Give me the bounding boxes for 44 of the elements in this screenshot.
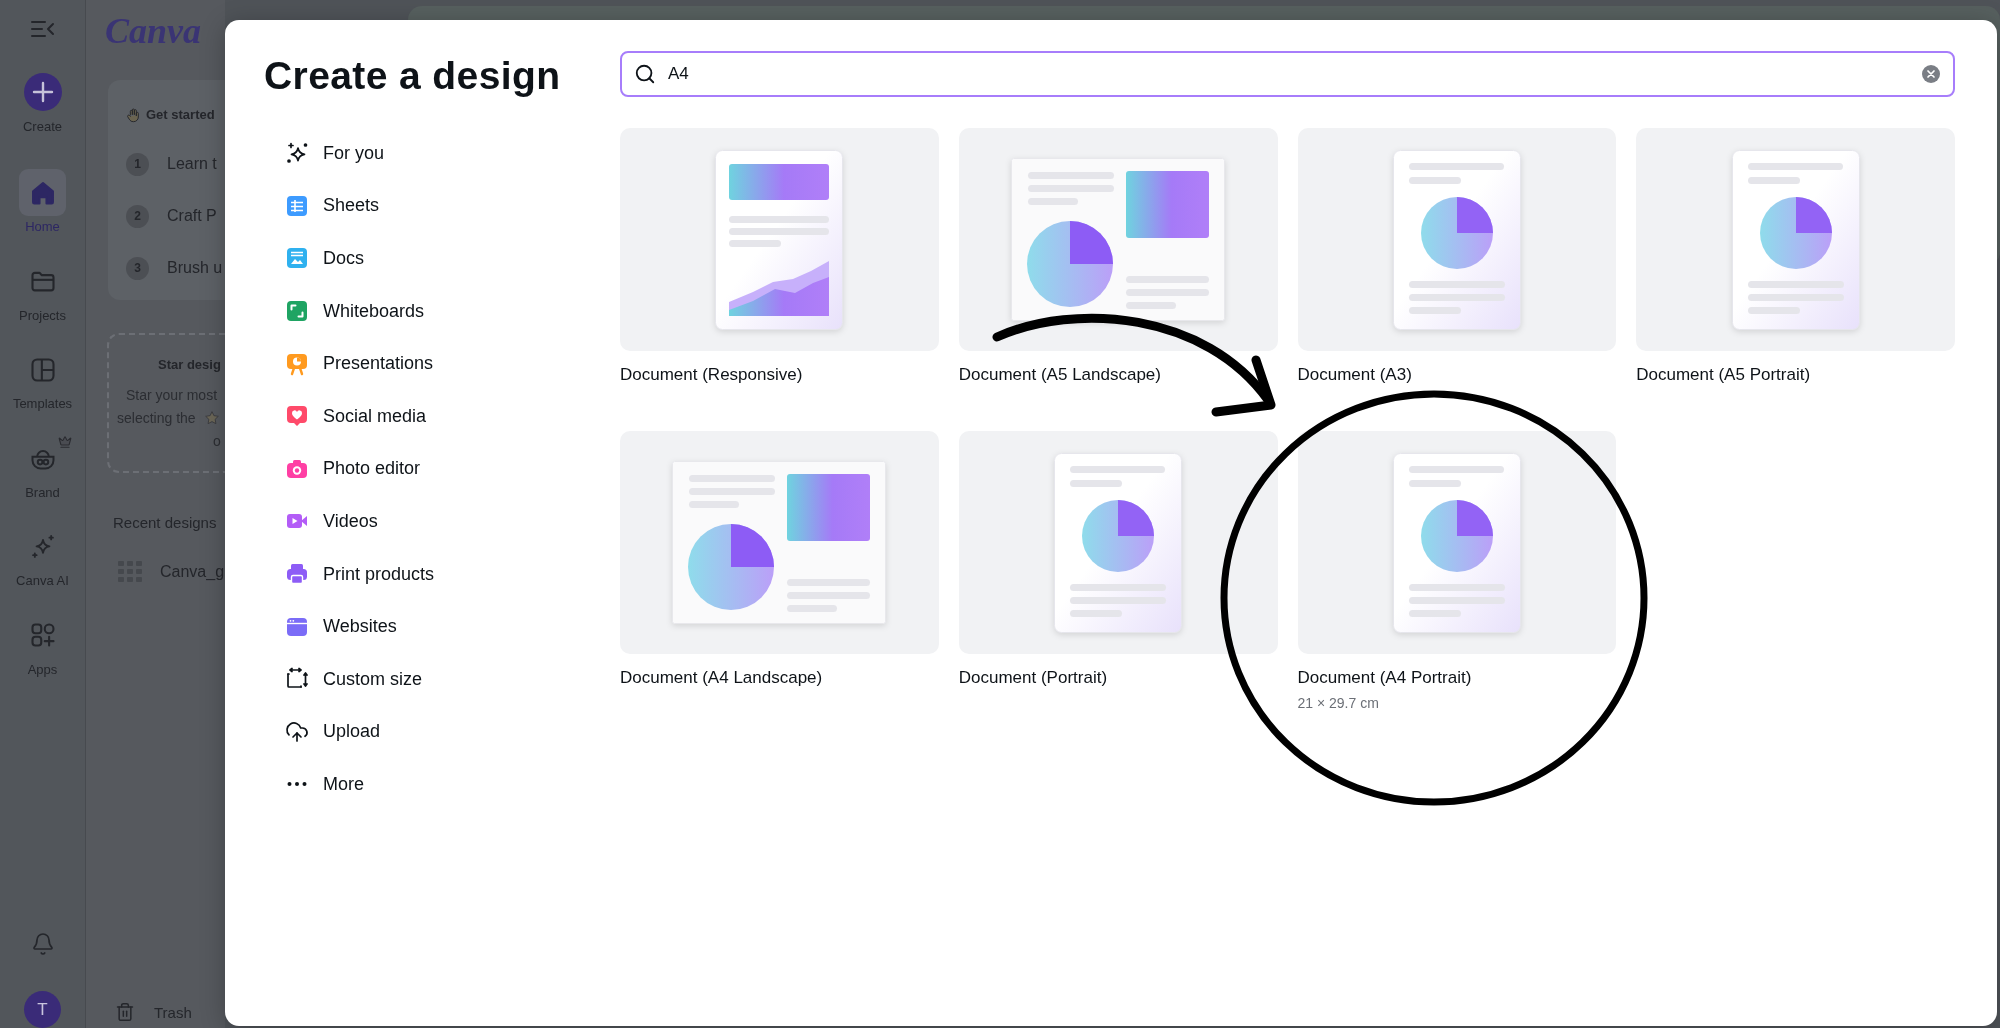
document-icon [285,246,309,271]
category-menu-item[interactable]: Videos [264,495,564,548]
table-grid-icon [285,193,309,218]
template-name[interactable]: Document (A4 Portrait) [1297,667,1472,689]
template-name[interactable]: Document (A4 Landscape) [620,667,823,689]
search-field[interactable]: A4 [620,51,1955,97]
template-name[interactable]: Document (Portrait) [958,667,1108,689]
category-menu-item[interactable]: Presentations [264,337,564,390]
star-icon [203,409,220,426]
whiteboard-icon [285,299,309,324]
dialog-title: Create a design [264,53,561,99]
category-menu-item[interactable]: Sheets [264,179,564,233]
category-menu-item[interactable]: For you [264,127,564,180]
category-menu-item[interactable]: Websites [264,600,564,653]
category-menu-item[interactable]: Whiteboards [264,284,564,338]
clear-search-icon[interactable] [1922,65,1940,83]
category-menu-item[interactable]: More [264,758,564,811]
template-name[interactable]: Document (A3) [1297,364,1412,386]
template-name[interactable]: Document (Responsive) [620,364,803,386]
category-menu-item[interactable]: Upload [264,705,564,759]
template-preview[interactable] [958,128,1278,351]
template-name[interactable]: Document (A5 Portrait) [1636,364,1811,386]
presentation-icon [285,351,309,376]
category-menu-item[interactable]: Custom size [264,652,564,706]
trash-icon[interactable] [115,1002,135,1022]
bell-icon[interactable] [30,932,55,956]
apps-grid-icon [28,621,57,649]
cloud-upload-icon [285,719,309,744]
category-menu-item[interactable]: Photo editor [264,442,564,496]
template-name[interactable]: Document (A5 Landscape) [958,364,1161,386]
category-menu-item[interactable]: Docs [264,232,564,285]
hand-icon [125,107,141,123]
category-menu-item[interactable]: Print products [264,547,564,601]
heart-icon [285,404,309,429]
sidebar-toggle-icon[interactable] [29,19,56,39]
plus-icon [23,73,62,111]
category-menu-item[interactable]: Social media [264,389,564,443]
card-title: Get started [146,107,215,123]
layout-icon [28,355,57,384]
sparkles-icon [285,141,309,166]
more-icon [285,781,309,788]
search-icon [634,63,656,85]
user-avatar[interactable]: T [24,991,61,1028]
template-size: 21 × 29.7 cm [1297,694,1379,713]
